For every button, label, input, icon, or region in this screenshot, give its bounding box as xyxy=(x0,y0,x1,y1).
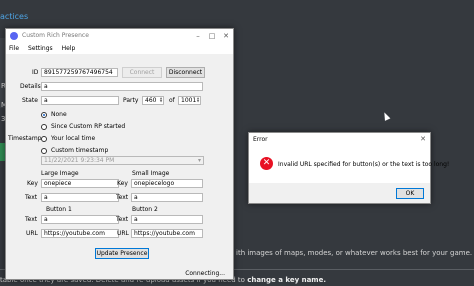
state-label: State xyxy=(22,97,38,104)
url-label: URL xyxy=(117,230,129,237)
dialog-body: ✕ Invalid URL specified for button(s) or… xyxy=(249,145,449,183)
status-text: Connecting... xyxy=(185,270,225,277)
radio-timestamp-since-start[interactable] xyxy=(41,124,47,130)
button1-label: Button 1 xyxy=(46,206,72,213)
menu-bar: File Settings Help xyxy=(6,42,233,54)
dialog-titlebar: Error ✕ xyxy=(249,133,430,145)
large-image-text-field[interactable]: a xyxy=(41,193,119,202)
close-button[interactable]: ✕ xyxy=(219,32,233,40)
disconnect-button[interactable]: Disconnect xyxy=(166,67,205,78)
menu-settings[interactable]: Settings xyxy=(28,45,53,52)
radio-label: Custom timestamp xyxy=(51,147,109,154)
menu-file[interactable]: File xyxy=(9,45,19,52)
ok-button[interactable]: OK xyxy=(396,188,424,199)
custom-rich-presence-window: Custom Rich Presence – □ ✕ File Settings… xyxy=(5,28,234,280)
small-image-label: Small Image xyxy=(132,170,170,177)
calendar-dropdown-icon[interactable]: ▾ xyxy=(198,157,201,164)
datetime-picker[interactable]: 11/22/2021 9:23:34 PM ▾ xyxy=(41,156,204,165)
status-bar: Connecting... xyxy=(6,269,233,279)
button2-label: Button 2 xyxy=(132,206,158,213)
connect-button[interactable]: Connect xyxy=(122,67,162,78)
button1-url-field[interactable]: https://youtube.com xyxy=(41,229,119,238)
of-label: of xyxy=(169,97,175,104)
discord-app-icon xyxy=(10,31,18,40)
text-label: Text xyxy=(116,216,129,223)
radio-label: None xyxy=(51,111,67,118)
details-field[interactable]: a xyxy=(41,82,203,91)
button2-url-field[interactable]: https://youtube.com xyxy=(131,229,203,238)
text-label: Text xyxy=(116,194,129,201)
id-label: ID xyxy=(32,69,39,76)
party-max-stepper[interactable]: 1001 ▲ ▼ xyxy=(178,96,201,105)
error-message: Invalid URL specified for button(s) or t… xyxy=(278,161,450,168)
text-label: Text xyxy=(25,216,38,223)
background-heading: actices xyxy=(0,12,29,21)
radio-timestamp-none[interactable] xyxy=(41,112,47,118)
radio-label: Your local time xyxy=(51,135,96,142)
party-label: Party xyxy=(123,97,139,104)
timestamp-label: Timestamp xyxy=(8,135,42,142)
update-presence-button[interactable]: Update Presence xyxy=(95,248,149,259)
mouse-cursor-icon xyxy=(381,111,391,121)
spin-arrows-icon[interactable]: ▲ ▼ xyxy=(196,97,200,104)
button1-text-field[interactable]: a xyxy=(41,215,119,224)
party-size-stepper[interactable]: 460 ▲ ▼ xyxy=(142,96,164,105)
maximize-button[interactable]: □ xyxy=(205,32,219,40)
dialog-title: Error xyxy=(253,135,268,143)
menu-help[interactable]: Help xyxy=(62,45,76,52)
large-image-key-field[interactable]: onepiece xyxy=(41,179,119,188)
details-label: Details xyxy=(20,83,41,90)
button2-text-field[interactable]: a xyxy=(131,215,203,224)
radio-timestamp-local-time[interactable] xyxy=(41,136,47,142)
key-label: Key xyxy=(117,180,128,187)
large-image-label: Large Image xyxy=(41,170,79,177)
small-image-text-field[interactable]: a xyxy=(131,193,203,202)
minimize-button[interactable]: – xyxy=(191,32,205,40)
window-title: Custom Rich Presence xyxy=(22,32,89,39)
radio-timestamp-custom[interactable] xyxy=(41,148,47,154)
error-icon: ✕ xyxy=(260,157,273,170)
window-titlebar: Custom Rich Presence – □ ✕ xyxy=(6,29,233,42)
error-dialog: Error ✕ ✕ Invalid URL specified for butt… xyxy=(248,132,449,204)
small-image-key-field[interactable]: onepiecelogo xyxy=(131,179,203,188)
spin-arrows-icon[interactable]: ▲ ▼ xyxy=(159,97,163,104)
key-label: Key xyxy=(27,180,38,187)
background-description: ith images of maps, modes, or whatever w… xyxy=(236,249,473,257)
url-label: URL xyxy=(26,230,38,237)
dialog-close-button[interactable]: ✕ xyxy=(416,135,430,143)
radio-label: Since Custom RP started xyxy=(51,123,126,130)
text-label: Text xyxy=(25,194,38,201)
state-field[interactable]: a xyxy=(41,96,119,105)
id-field[interactable]: 891577259767496754 xyxy=(41,68,118,77)
